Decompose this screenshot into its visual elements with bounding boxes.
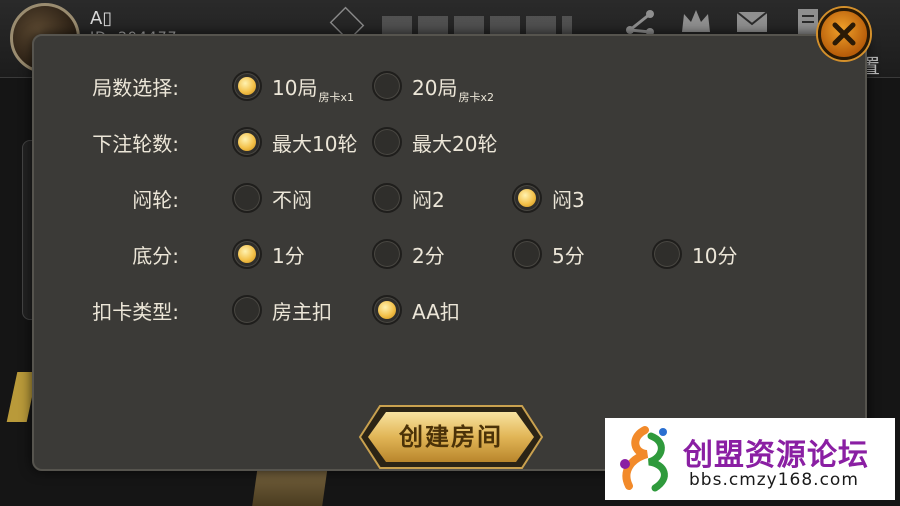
blind-rounds-label: 闷轮: [132,188,179,212]
rounds-option-20[interactable]: 20局房卡x2 [372,68,494,104]
radio-selected-icon[interactable] [232,239,262,269]
watermark-title: 创盟资源论坛 [683,438,869,473]
option-label: 20局房卡x2 [412,75,494,104]
option-label: 房主扣 [272,299,332,324]
deduction-option-aa[interactable]: AA扣 [372,292,460,328]
watermark-logo-icon [620,426,668,492]
option-label: 2分 [412,243,445,268]
rounds-label: 局数选择: [92,76,179,100]
base-score-option-2[interactable]: 2分 [372,236,445,272]
option-label: 最大10轮 [272,131,358,156]
rounds-option-10[interactable]: 10局房卡x1 [232,68,354,104]
option-label: 10局房卡x1 [272,75,354,104]
option-cost: 房卡x2 [458,90,494,104]
base-score-option-1[interactable]: 1分 [232,236,305,272]
bet-rounds-option-10[interactable]: 最大10轮 [232,124,357,160]
radio-selected-icon[interactable] [512,183,542,213]
base-score-label: 底分: [132,244,179,268]
create-room-label: 创建房间 [399,423,503,451]
radio-unselected-icon[interactable] [372,239,402,269]
radio-selected-icon[interactable] [372,295,402,325]
bet-rounds-option-20[interactable]: 最大20轮 [372,124,497,160]
create-room-dialog: 局数选择: 10局房卡x1 20局房卡x2 下注轮数: 最大10轮 最大20轮 … [32,34,867,471]
blind-option-2[interactable]: 闷2 [372,180,445,216]
radio-unselected-icon[interactable] [372,127,402,157]
watermark: 创盟资源论坛 bbs.cmzy168.com [605,418,895,500]
create-room-button[interactable]: 创建房间 [346,402,556,472]
option-label: 5分 [552,243,585,268]
radio-unselected-icon[interactable] [512,239,542,269]
option-label: 10分 [692,243,738,268]
base-score-row: 底分: 1分 2分 5分 10分 [34,236,869,272]
watermark-url: bbs.cmzy168.com [689,470,859,490]
base-score-option-10[interactable]: 10分 [652,236,737,272]
rounds-row: 局数选择: 10局房卡x1 20局房卡x2 [34,68,869,104]
username: A▯ [90,8,113,29]
bet-rounds-row: 下注轮数: 最大10轮 最大20轮 [34,124,869,160]
radio-unselected-icon[interactable] [652,239,682,269]
blind-option-3[interactable]: 闷3 [512,180,585,216]
close-icon [832,22,856,46]
option-label: 闷3 [552,187,585,212]
radio-selected-icon[interactable] [232,71,262,101]
option-label: 最大20轮 [412,131,498,156]
base-score-option-5[interactable]: 5分 [512,236,585,272]
blind-option-none[interactable]: 不闷 [232,180,312,216]
option-label: 1分 [272,243,305,268]
radio-unselected-icon[interactable] [232,295,262,325]
option-cost: 房卡x1 [318,90,354,104]
radio-unselected-icon[interactable] [232,183,262,213]
option-label: 不闷 [272,187,312,212]
option-label: AA扣 [412,299,460,324]
blind-rounds-row: 闷轮: 不闷 闷2 闷3 [34,180,869,216]
radio-selected-icon[interactable] [232,127,262,157]
deduction-option-host[interactable]: 房主扣 [232,292,332,328]
radio-unselected-icon[interactable] [372,183,402,213]
lobby-bottom-decoration [252,466,328,506]
close-button[interactable] [818,8,870,60]
bet-rounds-label: 下注轮数: [92,132,179,156]
radio-unselected-icon[interactable] [372,71,402,101]
option-label: 闷2 [412,187,445,212]
card-deduction-row: 扣卡类型: 房主扣 AA扣 [34,292,869,328]
card-deduction-label: 扣卡类型: [92,300,179,324]
